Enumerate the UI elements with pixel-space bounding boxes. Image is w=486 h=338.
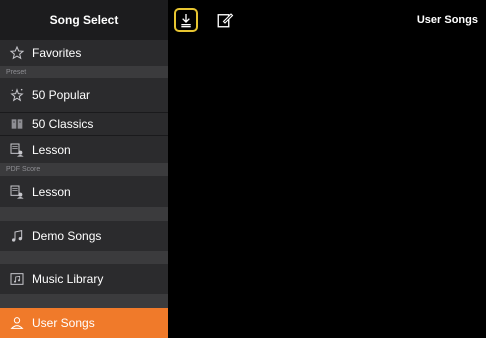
sidebar-item-demo-songs[interactable]: Demo Songs [0, 221, 168, 251]
sidebar-item-music-library[interactable]: Music Library [0, 264, 168, 294]
page-title: User Songs [416, 14, 478, 26]
sidebar-item-user-songs[interactable]: User Songs [0, 308, 168, 338]
main-content [168, 0, 486, 338]
section-spacer [0, 207, 168, 221]
lesson-icon [8, 183, 26, 201]
sidebar-item-label: Lesson [32, 142, 71, 157]
sidebar-item-50-classics[interactable]: 50 Classics [0, 113, 168, 135]
section-spacer [0, 294, 168, 308]
sidebar-item-label: User Songs [32, 316, 95, 330]
sidebar-item-label: 50 Popular [32, 88, 91, 102]
star-icon [8, 44, 26, 62]
sidebar-title: Song Select [0, 0, 168, 40]
download-icon [178, 12, 194, 28]
sidebar-item-lesson[interactable]: Lesson [0, 136, 168, 163]
sidebar-item-favorites[interactable]: Favorites [0, 40, 168, 66]
sparkle-star-icon [8, 86, 26, 104]
sidebar-item-label: Favorites [32, 46, 82, 60]
music-library-icon [8, 270, 26, 288]
section-header-pdf-score: PDF Score [0, 163, 168, 176]
sidebar-item-pdf-lesson[interactable]: Lesson [0, 176, 168, 207]
edit-icon [216, 11, 234, 29]
download-button[interactable] [174, 8, 198, 32]
section-spacer [0, 251, 168, 264]
section-header-preset: Preset [0, 66, 168, 78]
sidebar-item-label: Lesson [32, 184, 71, 199]
music-notes-icon [8, 227, 26, 245]
edit-button[interactable] [213, 8, 237, 32]
sidebar-item-50-popular[interactable]: 50 Popular [0, 78, 168, 112]
sidebar-item-label: Music Library [32, 272, 104, 286]
book-icon [8, 115, 26, 133]
sidebar-item-label: 50 Classics [32, 117, 94, 131]
user-icon [8, 314, 26, 332]
sidebar-item-label: Demo Songs [32, 229, 102, 243]
lesson-icon [8, 141, 26, 159]
